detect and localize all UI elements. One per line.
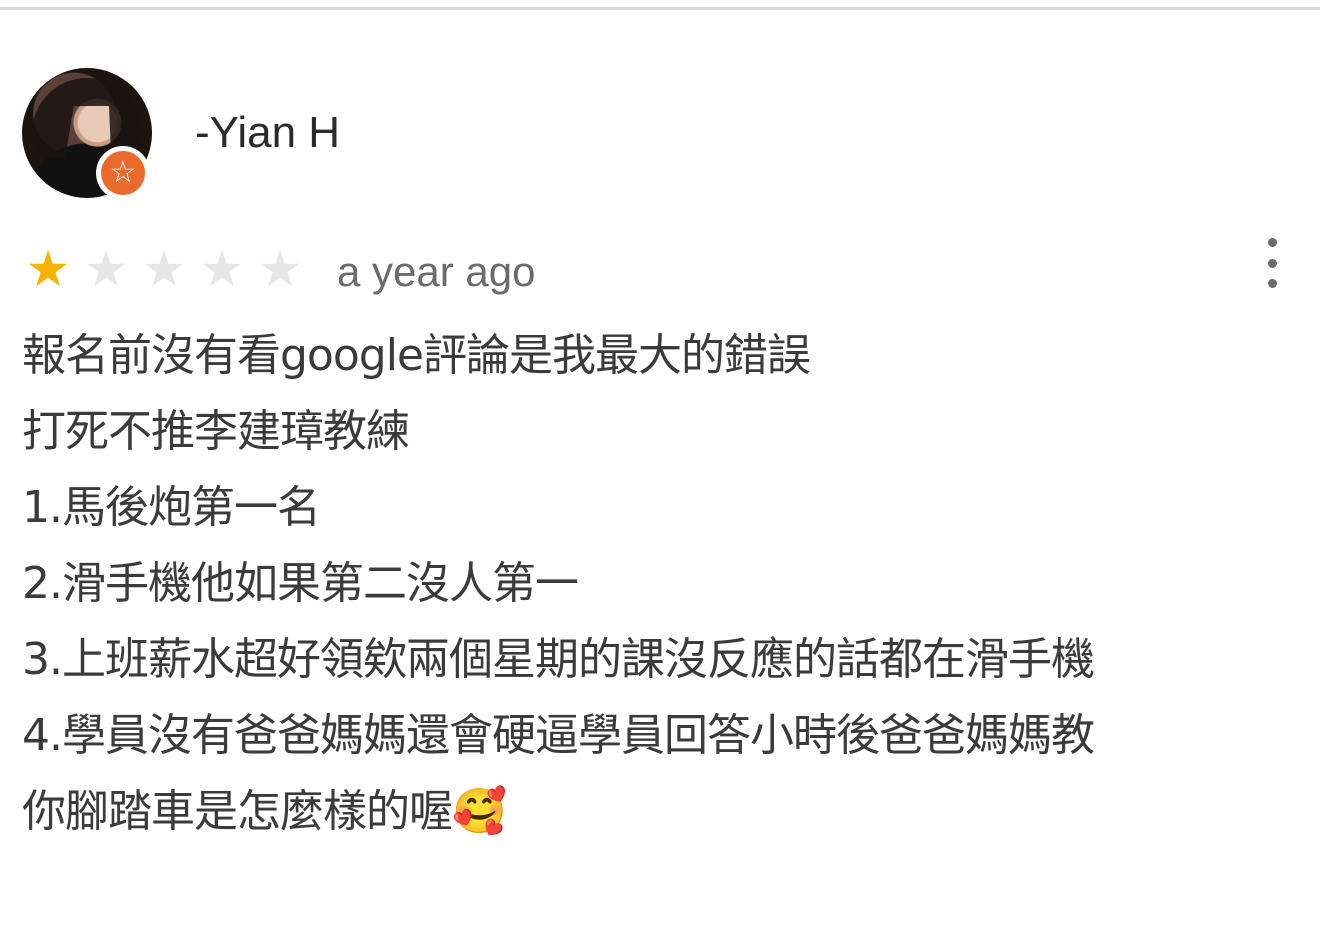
star-icon: ★ [83,240,129,298]
review-line: 2.滑手機他如果第二沒人第一 [22,558,579,609]
review-time: a year ago [337,248,536,295]
top-divider [0,0,1320,10]
review-line: 4.學員沒有爸爸媽媽還會硬逼學員回答小時後爸爸媽媽教 [22,710,1095,761]
more-vert-icon[interactable] [1260,238,1284,288]
star-icon: ★ [199,240,245,298]
star-icon: ★ [25,240,71,298]
local-guide-badge-icon: ☆ [96,146,150,200]
review-line: 報名前沒有看google評論是我最大的錯誤 [22,330,811,381]
star-icon: ★ [141,240,187,298]
author-name[interactable]: -Yian H [195,108,340,158]
review-line: 3.上班薪水超好領欸兩個星期的課沒反應的話都在滑手機 [22,634,1095,685]
review-text: 報名前沒有看google評論是我最大的錯誤 打死不推李建璋教練 1.馬後炮第一名… [22,318,1302,850]
review-line: 你腳踏車是怎麼樣的喔🥰 [22,786,507,837]
star-rating: ★ ★ ★ ★ ★ [22,244,306,294]
review-line: 打死不推李建璋教練 [22,406,410,457]
star-icon: ★ [257,240,303,298]
review-line: 1.馬後炮第一名 [22,482,321,533]
